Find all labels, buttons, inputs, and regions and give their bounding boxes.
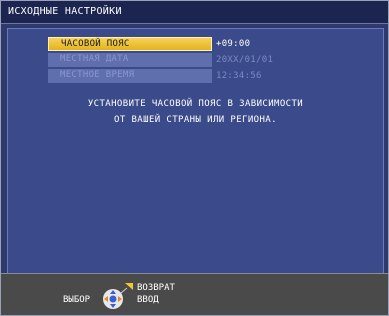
menu-item-label: МЕСТНАЯ ДАТА <box>60 54 129 64</box>
menu-item-label: ЧАСОВОЙ ПОЯС <box>61 39 130 49</box>
menu-item-local-date[interactable]: МЕСТНАЯ ДАТА <box>48 53 212 67</box>
menu-item-local-time[interactable]: МЕСТНОЕ ВРЕМЯ <box>48 69 212 83</box>
remote-control-buttons-icon <box>103 283 133 309</box>
footer-hints: ВЫБОР ВОЗВРАТ ВВОД <box>1 273 388 315</box>
local-time-value: 12:34:56 <box>216 71 262 81</box>
settings-panel: ЧАСОВОЙ ПОЯС +09:00 МЕСТНАЯ ДАТА 20XX/01… <box>7 28 384 275</box>
select-hint-label: ВЫБОР <box>63 295 91 305</box>
time-zone-value: +09:00 <box>216 39 251 49</box>
osd-screen: ИСХОДНЫЕ НАСТРОЙКИ ЧАСОВОЙ ПОЯС +09:00 М… <box>0 0 389 316</box>
description-line-1: УСТАНОВИТЕ ЧАСОВОЙ ПОЯС В ЗАВИСИМОСТИ <box>87 99 304 109</box>
local-date-value: 20XX/01/01 <box>216 55 274 65</box>
title-bar: ИСХОДНЫЕ НАСТРОЙКИ <box>1 1 388 24</box>
page-title: ИСХОДНЫЕ НАСТРОЙКИ <box>8 6 122 17</box>
description-line-2: ОТ ВАШЕЙ СТРАНЫ ИЛИ РЕГИОНА. <box>114 115 277 125</box>
enter-button-icon <box>109 295 117 303</box>
menu-item-time-zone[interactable]: ЧАСОВОЙ ПОЯС <box>48 37 212 51</box>
enter-hint-label: ВВОД <box>137 295 159 305</box>
back-hint-label: ВОЗВРАТ <box>137 283 175 293</box>
menu-item-label: МЕСТНОЕ ВРЕМЯ <box>60 70 135 80</box>
